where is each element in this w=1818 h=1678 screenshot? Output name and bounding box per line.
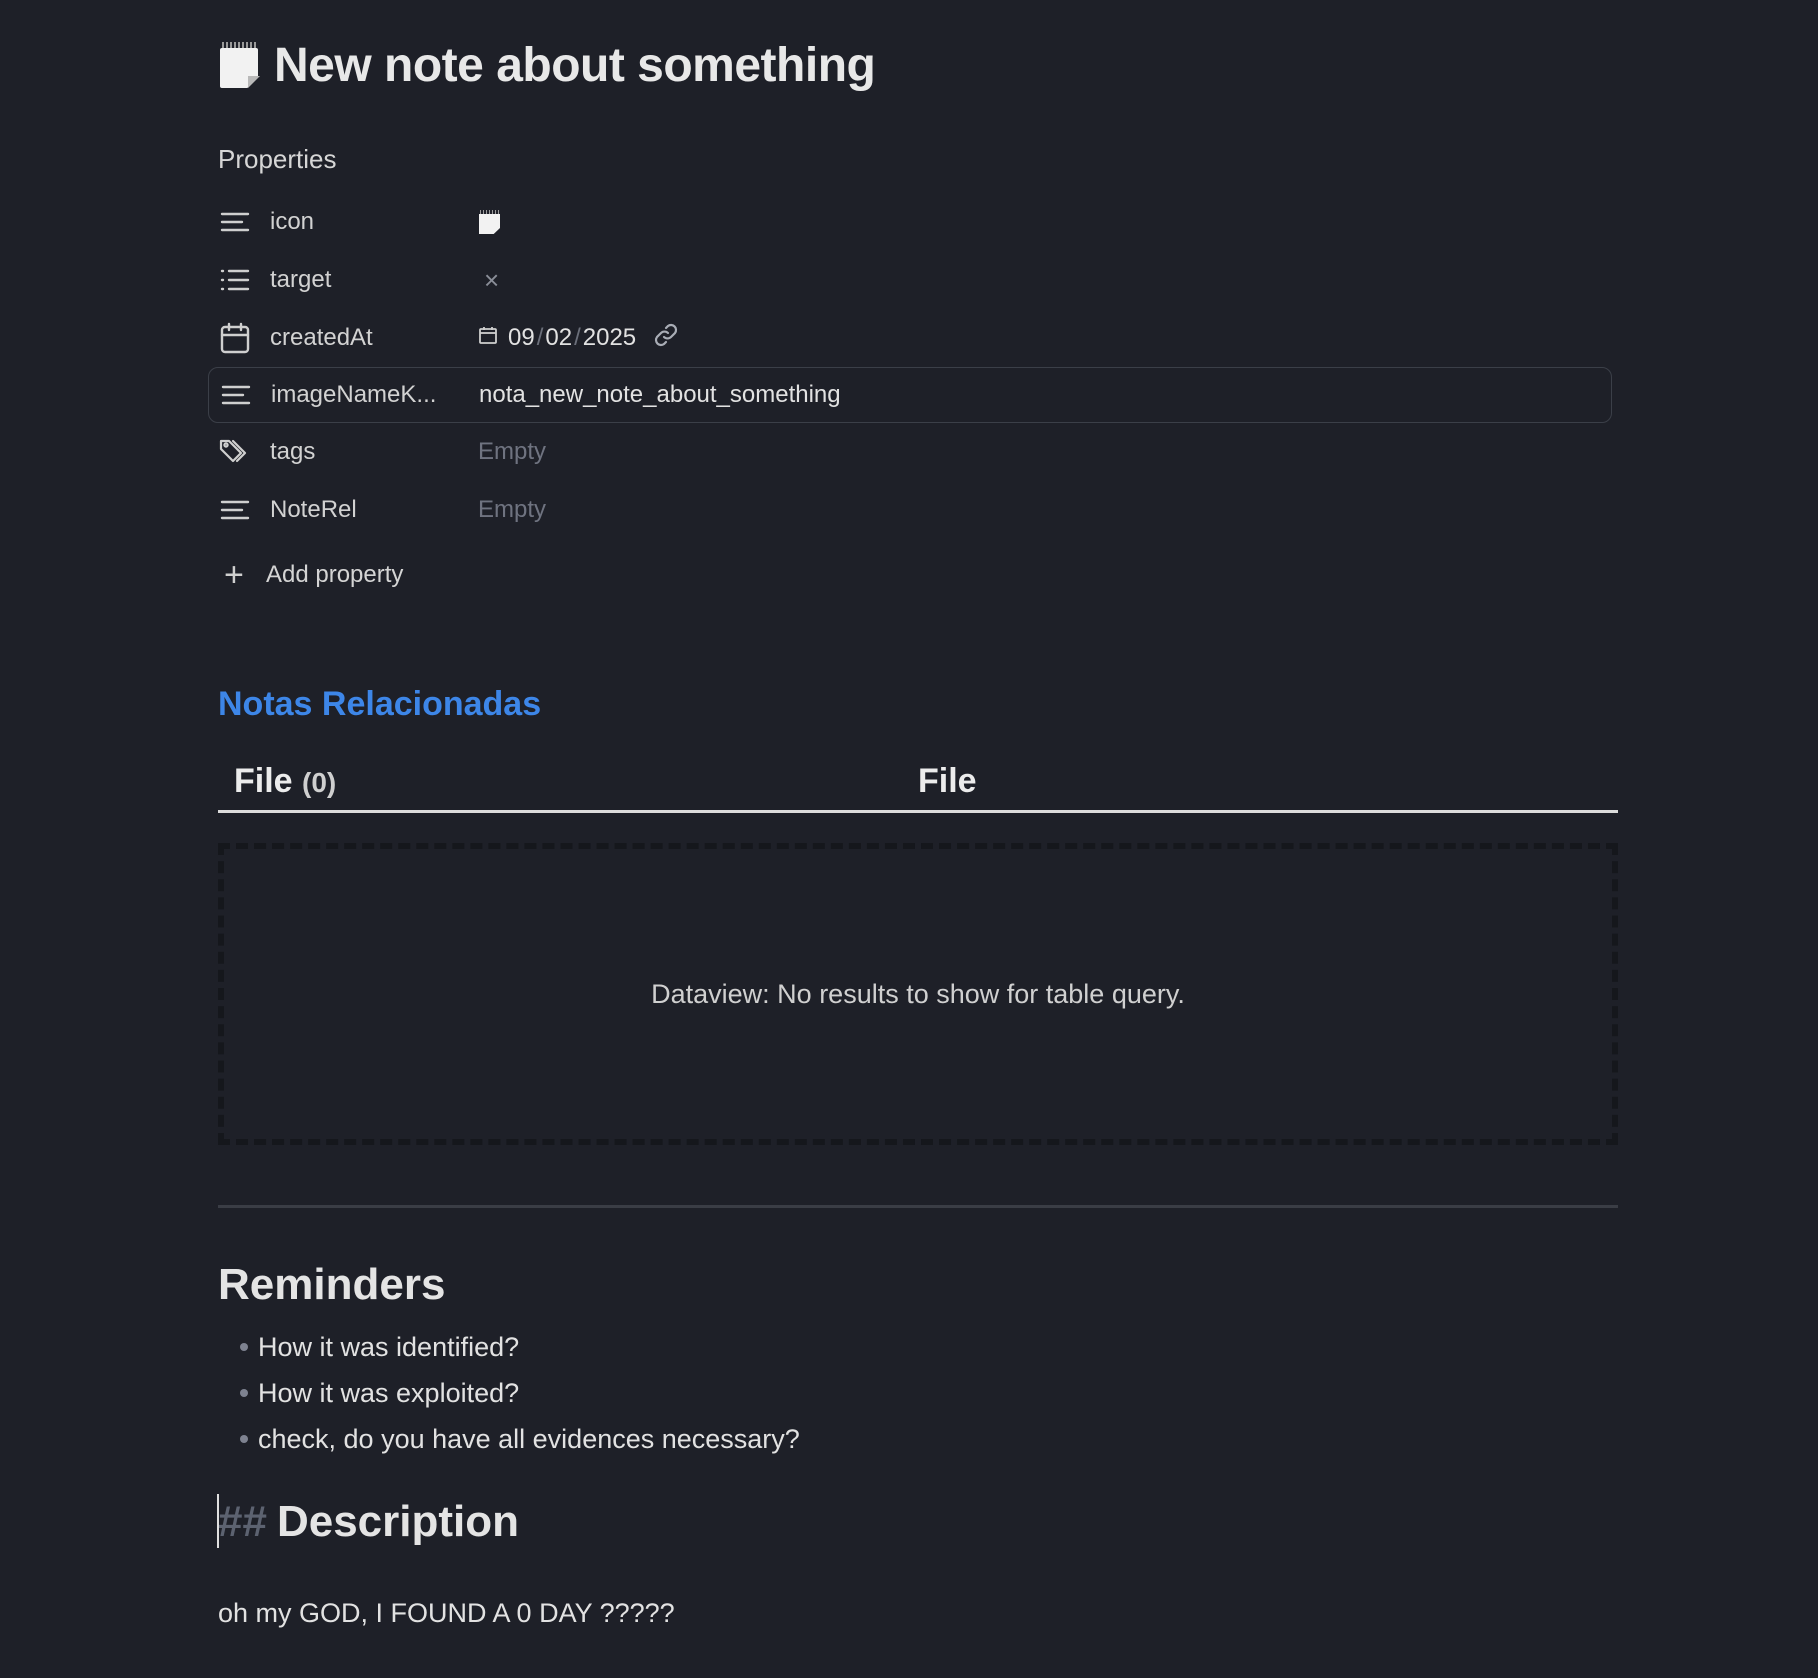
- close-icon[interactable]: ×: [484, 265, 499, 296]
- column-header-file[interactable]: File (0): [218, 762, 918, 801]
- dataview-table: File (0) File Dataview: No results to sh…: [218, 752, 1618, 1145]
- note-page: New note about something Properties icon: [0, 0, 1818, 1678]
- property-value[interactable]: nota_new_note_about_something: [479, 381, 841, 409]
- property-row-target[interactable]: target ×: [218, 251, 1618, 309]
- date-year: 2025: [582, 324, 637, 351]
- date-value[interactable]: 09/02/2025: [478, 321, 680, 356]
- spiral-notepad-icon: [478, 210, 500, 234]
- date-separator: /: [574, 324, 581, 351]
- bullet: [240, 1343, 248, 1351]
- list-item[interactable]: check, do you have all evidences necessa…: [240, 1416, 1618, 1462]
- property-row-noterel[interactable]: NoteRel Empty: [218, 481, 1618, 539]
- properties-heading[interactable]: Properties: [218, 144, 1618, 175]
- result-count: (0): [302, 766, 337, 798]
- list-item[interactable]: How it was exploited?: [240, 1370, 1618, 1416]
- calendar-icon[interactable]: [478, 324, 498, 352]
- plus-icon: +: [224, 556, 244, 594]
- property-value[interactable]: Empty: [478, 438, 546, 466]
- property-value[interactable]: [478, 210, 500, 234]
- tags-icon: [218, 435, 252, 469]
- bullet: [240, 1435, 248, 1443]
- text-cursor: [217, 1494, 219, 1548]
- horizontal-rule: [218, 1205, 1618, 1208]
- reminders-list: How it was identified? How it was exploi…: [218, 1324, 1618, 1462]
- property-row-createdat[interactable]: createdAt 09/02/2025: [218, 309, 1618, 367]
- description-heading-text: Description: [276, 1497, 519, 1546]
- bullet: [240, 1389, 248, 1397]
- add-property-button[interactable]: + Add property: [218, 545, 1618, 605]
- heading-markdown-marker: ##: [218, 1497, 267, 1546]
- property-row-icon[interactable]: icon: [218, 193, 1618, 251]
- dataview-empty-message: Dataview: No results to show for table q…: [218, 843, 1618, 1145]
- note-title-row: New note about something: [218, 0, 1618, 130]
- date-separator: /: [536, 324, 544, 351]
- property-key[interactable]: target: [270, 266, 478, 294]
- property-row-imagenamek[interactable]: imageNameK... nota_new_note_about_someth…: [208, 367, 1612, 423]
- property-key[interactable]: createdAt: [270, 324, 478, 352]
- property-key[interactable]: tags: [270, 438, 478, 466]
- property-key[interactable]: icon: [270, 208, 478, 236]
- add-property-label: Add property: [266, 561, 404, 588]
- properties-list: icon target × createdAt 09/02/2025 image…: [208, 193, 1618, 605]
- related-notes-heading[interactable]: Notas Relacionadas: [218, 685, 1618, 724]
- property-value[interactable]: Empty: [478, 496, 546, 524]
- text-lines-icon: [219, 378, 253, 412]
- text-lines-icon: [218, 493, 252, 527]
- description-heading[interactable]: ## Description: [217, 1492, 1618, 1552]
- date-text[interactable]: 09/02/2025: [508, 324, 636, 352]
- note-title[interactable]: New note about something: [274, 38, 876, 93]
- property-row-tags[interactable]: tags Empty: [218, 423, 1618, 481]
- spiral-notepad-icon: [218, 42, 260, 88]
- date-day: 02: [545, 324, 573, 351]
- link-icon[interactable]: [646, 321, 680, 356]
- property-key[interactable]: NoteRel: [270, 496, 478, 524]
- list-icon: [218, 263, 252, 297]
- column-header-file-2[interactable]: File: [918, 762, 977, 801]
- description-body[interactable]: oh my GOD, I FOUND A 0 DAY ?????: [218, 1598, 1618, 1629]
- property-value[interactable]: ×: [478, 265, 499, 296]
- date-month: 09: [508, 324, 535, 351]
- table-header: File (0) File: [218, 752, 1618, 813]
- calendar-icon: [218, 321, 252, 355]
- reminders-heading[interactable]: Reminders: [218, 1260, 1618, 1310]
- list-item[interactable]: How it was identified?: [240, 1324, 1618, 1370]
- text-lines-icon: [218, 205, 252, 239]
- property-key[interactable]: imageNameK...: [271, 381, 479, 409]
- note-content: New note about something Properties icon: [208, 0, 1618, 1629]
